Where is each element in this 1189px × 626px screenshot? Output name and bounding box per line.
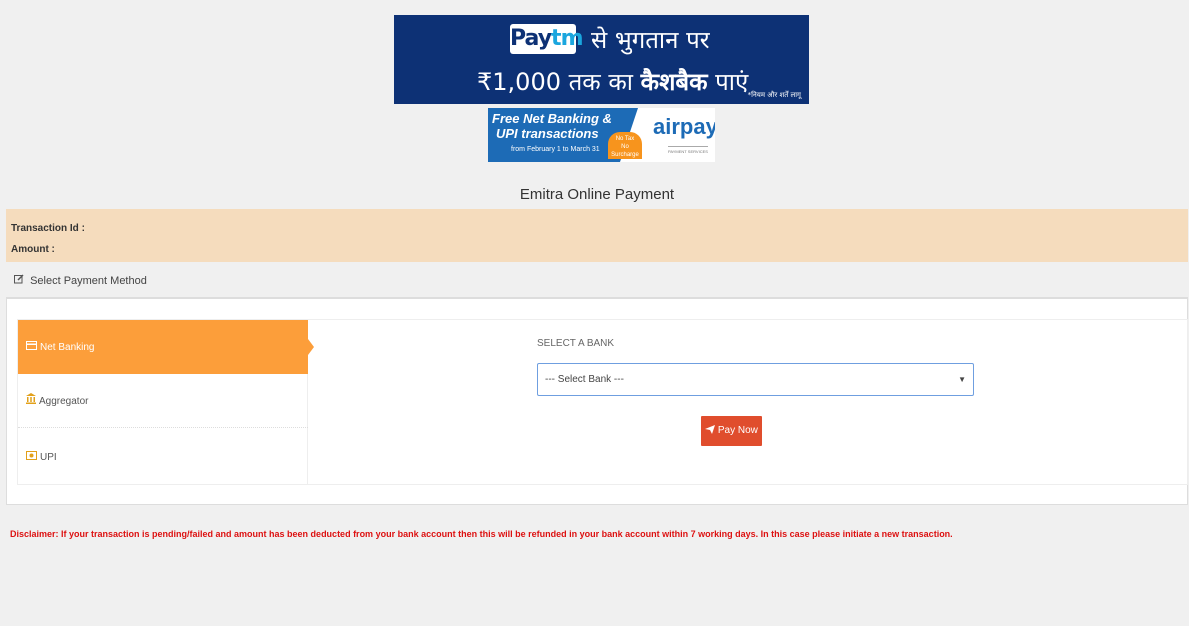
tab-aggregator[interactable]: Aggregator — [18, 374, 308, 428]
payment-method-title-text: Select Payment Method — [30, 275, 147, 287]
disclaimer-text: Disclaimer: If your transaction is pendi… — [10, 529, 953, 539]
airpay-badge-line1: No Tax — [615, 136, 635, 142]
airpay-badge-line2: No Surcharge — [611, 144, 639, 158]
airpay-banner[interactable]: Free Net Banking & UPI transactions from… — [488, 108, 715, 162]
paper-plane-icon — [705, 425, 718, 436]
airpay-badge: No Tax No Surcharge — [608, 132, 642, 159]
payment-method-header: Select Payment Method — [6, 262, 1188, 298]
tab-net-banking[interactable]: Net Banking — [18, 320, 314, 374]
paytm-line2-end: पाएं — [707, 68, 749, 96]
paytm-terms: *नियम और शर्तें लागू — [747, 91, 801, 99]
transaction-id-label: Transaction Id : — [11, 223, 85, 234]
transaction-info: Transaction Id : Amount : — [6, 209, 1188, 262]
amount-label: Amount : — [11, 244, 55, 255]
page-title: Emitra Online Payment — [519, 186, 675, 203]
net-banking-content: SELECT A BANK --- Select Bank --- ▼ Pay … — [308, 319, 1188, 485]
paytm-logo-tm: tm — [551, 26, 583, 51]
paytm-cashback-word: कैशबैक — [640, 68, 708, 96]
paytm-logo-pay: Pay — [510, 26, 552, 51]
select-bank-label: SELECT A BANK — [537, 338, 615, 349]
bank-select[interactable]: --- Select Bank --- ▼ — [537, 363, 974, 396]
page: Paytm से भुगतान पर ₹1,000 तक का कैशबैक प… — [6, 0, 1188, 626]
payment-method-title: Select Payment Method — [14, 274, 147, 287]
tab-net-banking-label: Net Banking — [40, 342, 95, 353]
paytm-line2-mid: तक का — [560, 68, 641, 96]
edit-icon — [14, 274, 27, 287]
airpay-logo-sub: PAYMENT SERVICES — [668, 146, 708, 154]
payment-tabs: Net Banking Aggregator UPI — [17, 319, 314, 485]
bank-icon — [26, 374, 36, 428]
pay-now-button[interactable]: Pay Now — [701, 416, 762, 446]
paytm-logo: Paytm — [510, 24, 584, 54]
tab-aggregator-label: Aggregator — [39, 396, 89, 407]
airpay-line3: from February 1 to March 31 — [511, 146, 600, 153]
airpay-line1: Free Net Banking & — [492, 111, 612, 126]
paytm-cashback-banner[interactable]: Paytm से भुगतान पर ₹1,000 तक का कैशबैक प… — [394, 15, 809, 104]
pay-now-label: Pay Now — [717, 425, 758, 436]
paytm-banner-line1: से भुगतान पर — [591, 26, 710, 54]
payment-panel: Net Banking Aggregator UPI SELECT A BANK… — [6, 298, 1188, 505]
paytm-cashback-amount: ₹1,000 — [477, 68, 561, 96]
upi-icon — [26, 430, 37, 484]
paytm-banner-line2: ₹1,000 तक का कैशबैक पाएं — [477, 65, 748, 98]
chevron-down-icon: ▼ — [958, 375, 966, 384]
bank-select-value: --- Select Bank --- — [545, 374, 624, 385]
airpay-line2: UPI transactions — [496, 126, 599, 141]
tab-upi[interactable]: UPI — [18, 430, 308, 484]
tab-upi-label: UPI — [40, 452, 57, 463]
credit-card-icon — [26, 320, 37, 374]
airpay-logo: airpay — [653, 114, 715, 139]
